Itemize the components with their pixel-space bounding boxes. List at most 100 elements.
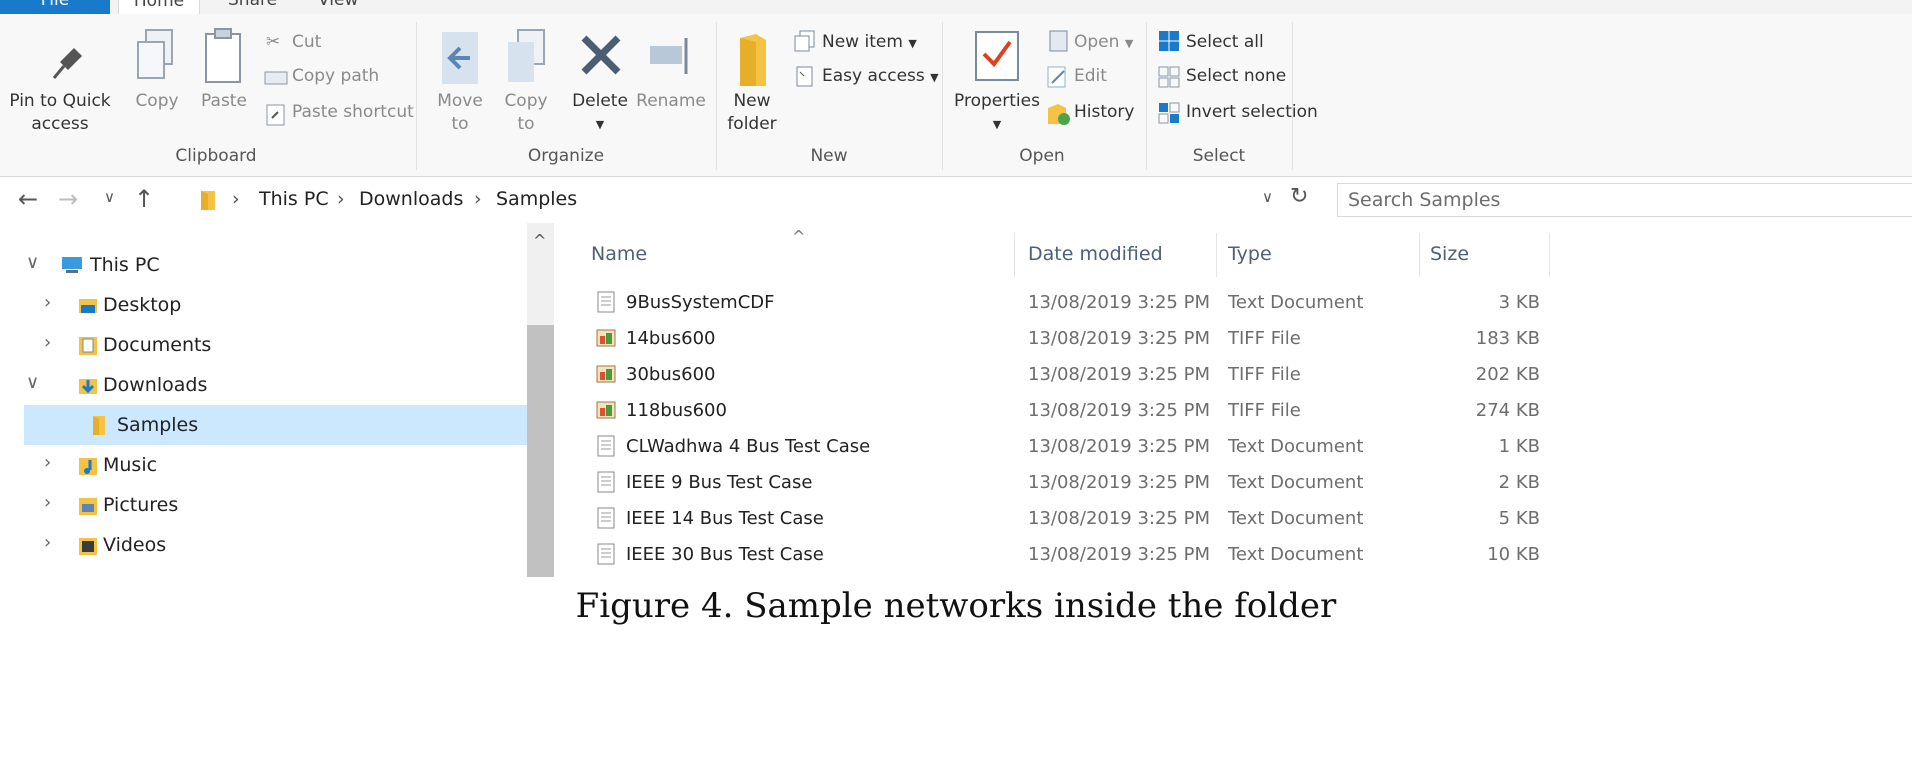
up-arrow-icon[interactable]: ↑	[134, 185, 154, 213]
file-name: 14bus600	[626, 328, 716, 349]
breadcrumb-downloads[interactable]: Downloads	[359, 188, 463, 210]
breadcrumb-this-pc[interactable]: This PC	[259, 188, 329, 210]
breadcrumb-samples[interactable]: Samples	[496, 188, 577, 210]
column-divider[interactable]	[1014, 233, 1015, 277]
properties-icon	[975, 31, 1019, 81]
select-none-button[interactable]: Select none	[1186, 66, 1286, 86]
copy-to-button[interactable]: Copy to	[496, 90, 556, 136]
delete-button[interactable]: Delete ▼	[570, 90, 630, 136]
sort-ascending-icon: ^	[792, 227, 806, 246]
file-type: TIFF File	[1228, 400, 1301, 421]
rename-button[interactable]: Rename	[636, 90, 706, 113]
select-none-icon	[1158, 66, 1180, 88]
file-name: 118bus600	[626, 400, 727, 421]
copy-button[interactable]: Copy	[132, 90, 182, 113]
paste-shortcut-button[interactable]: Paste shortcut	[292, 102, 414, 122]
column-divider[interactable]	[1549, 233, 1550, 277]
column-header-size[interactable]: Size	[1430, 243, 1469, 265]
nav-item-downloads[interactable]: ∨ Downloads	[0, 365, 527, 405]
new-folder-button[interactable]: New folder	[722, 90, 782, 136]
group-label-clipboard: Clipboard	[175, 146, 257, 166]
select-all-button[interactable]: Select all	[1186, 32, 1264, 52]
open-button[interactable]: Open ▼	[1074, 32, 1133, 52]
search-input[interactable]: Search Samples	[1337, 183, 1912, 217]
file-row[interactable]: IEEE 9 Bus Test Case 13/08/2019 3:25 PM Te…	[554, 465, 1912, 501]
column-header-type[interactable]: Type	[1228, 243, 1272, 265]
nav-scrollbar[interactable]: ^	[527, 223, 554, 577]
properties-button[interactable]: Properties ▼	[952, 90, 1042, 136]
nav-item-this-pc[interactable]: ∨ This PC	[0, 245, 527, 285]
history-button[interactable]: History	[1074, 102, 1134, 122]
open-label: Open	[1074, 32, 1120, 52]
move-to-button[interactable]: Move to	[430, 90, 490, 136]
column-header-name[interactable]: Name	[591, 243, 647, 265]
delete-label: Delete	[572, 91, 628, 111]
easy-access-dropdown-icon: ▼	[930, 71, 939, 84]
paste-button[interactable]: Paste	[196, 90, 252, 113]
nav-item-videos[interactable]: › Videos	[0, 525, 527, 565]
group-label-organize: Organize	[527, 146, 605, 166]
invert-selection-button[interactable]: Invert selection	[1186, 102, 1318, 122]
expand-chevron-icon[interactable]: ∨	[26, 252, 39, 273]
figure-caption: Figure 4. Sample networks inside the fol…	[575, 586, 1337, 626]
new-item-dropdown-icon: ▼	[908, 37, 917, 50]
file-row[interactable]: IEEE 14 Bus Test Case 13/08/2019 3:25 PM T…	[554, 501, 1912, 537]
nav-label: Downloads	[103, 374, 208, 396]
collapse-chevron-icon[interactable]: ›	[44, 292, 51, 313]
nav-item-documents[interactable]: › Documents	[0, 325, 527, 365]
open-icon	[1049, 30, 1068, 52]
nav-item-samples[interactable]: Samples	[24, 405, 527, 445]
file-row[interactable]: 118bus600 13/08/2019 3:25 PM TIFF File 274 …	[554, 393, 1912, 429]
scrollbar-thumb[interactable]	[527, 325, 554, 577]
file-row[interactable]: CLWadhwa 4 Bus Test Case 13/08/2019 3:25 …	[554, 429, 1912, 465]
scroll-up-arrow-icon[interactable]: ^	[533, 231, 546, 250]
back-arrow-icon[interactable]: ←	[18, 185, 38, 213]
nav-label: Documents	[103, 334, 212, 356]
text-file-icon	[597, 291, 615, 313]
collapse-chevron-icon[interactable]: ›	[44, 532, 51, 553]
address-bar: ← → ∨ ↑ › This PC › Downloads › Samples …	[0, 177, 1912, 223]
text-file-icon	[597, 543, 615, 565]
easy-access-button[interactable]: Easy access ▼	[822, 66, 939, 86]
image-file-icon	[596, 365, 616, 383]
recent-locations-chevron-icon[interactable]: ∨	[104, 188, 115, 206]
file-size: 10 KB	[1487, 544, 1540, 565]
column-header-date-modified[interactable]: Date modified	[1028, 243, 1163, 265]
forward-arrow-icon[interactable]: →	[58, 185, 78, 213]
edit-button[interactable]: Edit	[1074, 66, 1107, 86]
column-divider[interactable]	[1419, 233, 1420, 277]
nav-item-pictures[interactable]: › Pictures	[0, 485, 527, 525]
file-name: IEEE 30 Bus Test Case	[626, 544, 824, 565]
desktop-folder-icon	[79, 299, 97, 313]
pin-to-quick-access-button[interactable]: Pin to Quick access	[0, 90, 120, 136]
group-label-select: Select	[1192, 146, 1246, 166]
collapse-chevron-icon[interactable]: ›	[44, 452, 51, 473]
file-date-modified: 13/08/2019 3:25 PM	[1028, 328, 1210, 349]
file-date-modified: 13/08/2019 3:25 PM	[1028, 364, 1210, 385]
tab-view[interactable]: View	[318, 0, 358, 14]
nav-label: This PC	[90, 254, 160, 276]
file-size: 274 KB	[1475, 400, 1540, 421]
file-row[interactable]: 30bus600 13/08/2019 3:25 PM TIFF File 202 K…	[554, 357, 1912, 393]
file-row[interactable]: IEEE 30 Bus Test Case 13/08/2019 3:25 PM T…	[554, 537, 1912, 573]
new-item-button[interactable]: New item ▼	[822, 32, 917, 52]
tab-home[interactable]: Home	[118, 0, 200, 15]
file-size: 183 KB	[1475, 328, 1540, 349]
refresh-icon[interactable]: ↻	[1290, 184, 1308, 209]
cut-button[interactable]: Cut	[292, 32, 321, 52]
file-date-modified: 13/08/2019 3:25 PM	[1028, 292, 1210, 313]
column-divider[interactable]	[1216, 233, 1217, 277]
nav-item-music[interactable]: › Music	[0, 445, 527, 485]
collapse-chevron-icon[interactable]: ›	[44, 332, 51, 353]
nav-label: Music	[103, 454, 158, 476]
file-row[interactable]: 14bus600 13/08/2019 3:25 PM TIFF File 183 K…	[554, 321, 1912, 357]
address-history-chevron-icon[interactable]: ∨	[1262, 188, 1273, 206]
collapse-chevron-icon[interactable]: ›	[44, 492, 51, 513]
copy-path-button[interactable]: Copy path	[292, 66, 379, 86]
move-to-line2: to	[451, 114, 469, 134]
tab-file[interactable]: File	[0, 0, 110, 14]
file-row[interactable]: 9BusSystemCDF 13/08/2019 3:25 PM Text Docu…	[554, 285, 1912, 321]
nav-item-desktop[interactable]: › Desktop	[0, 285, 527, 325]
expand-chevron-icon[interactable]: ∨	[26, 372, 39, 393]
tab-share[interactable]: Share	[228, 0, 277, 14]
